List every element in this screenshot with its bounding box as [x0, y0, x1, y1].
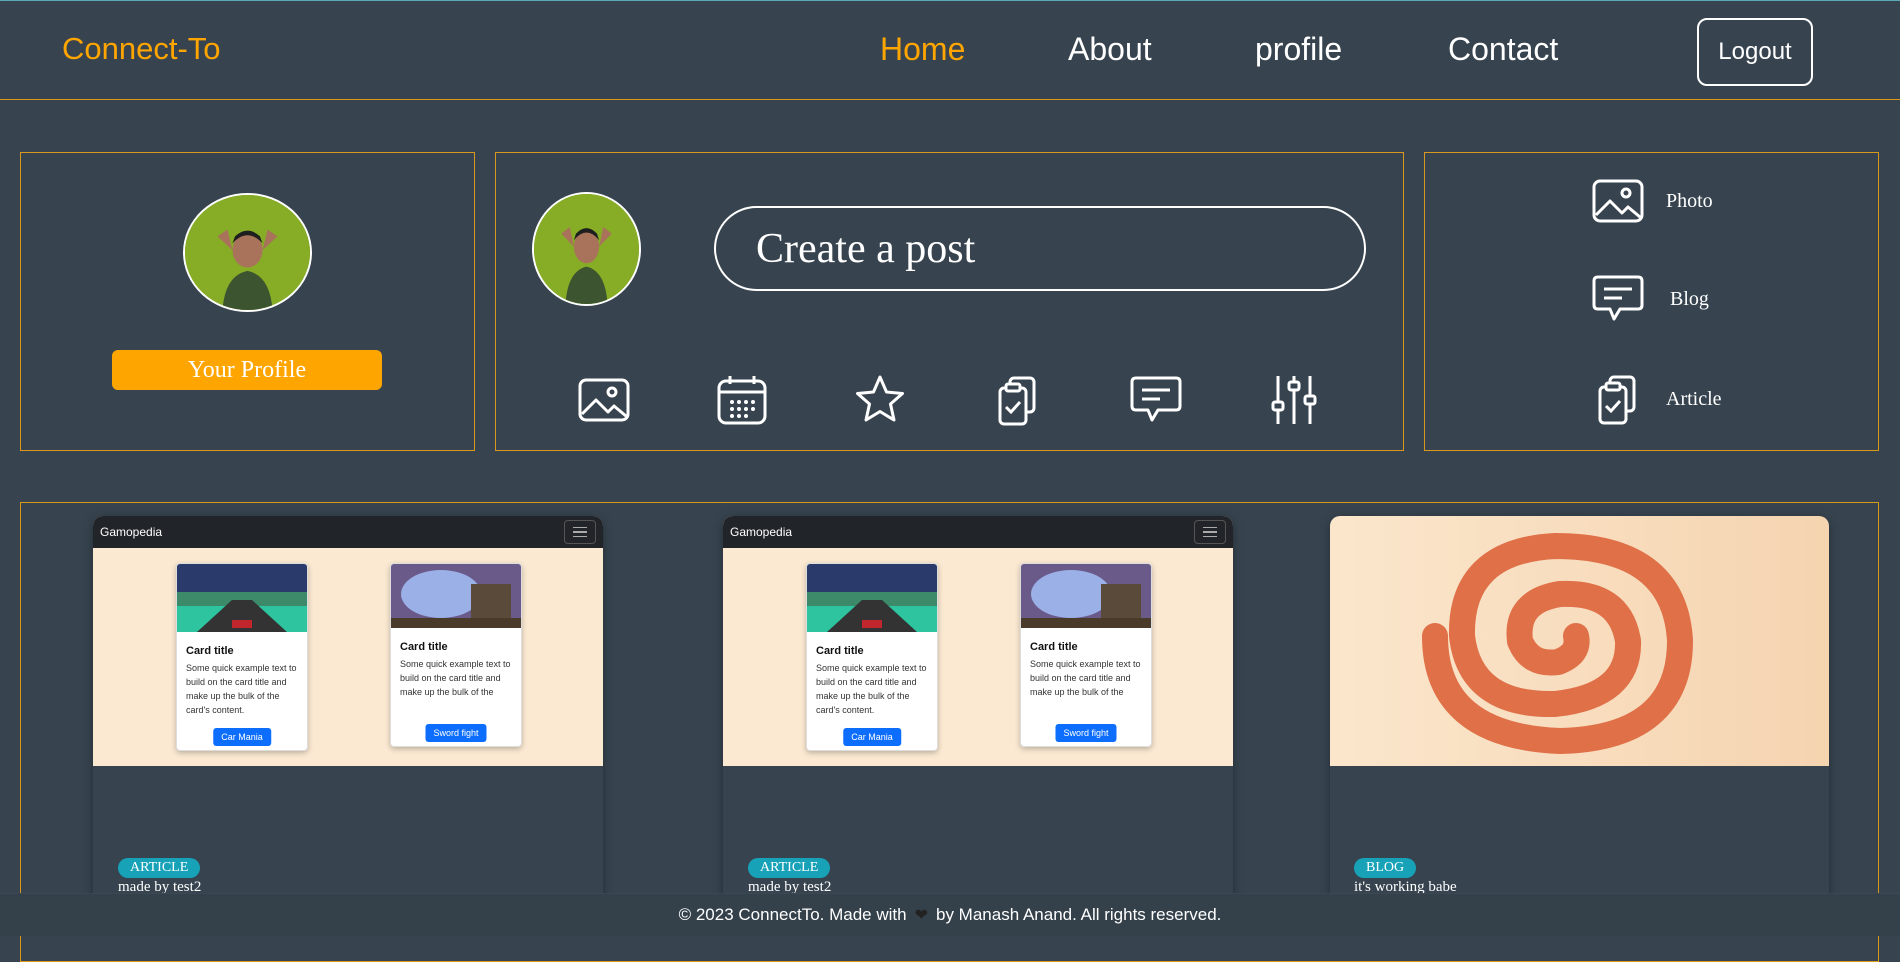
thumb-card-button: Sword fight [1055, 724, 1117, 742]
thumb-card-button: Car Mania [843, 728, 901, 746]
post-type-badge: ARTICLE [118, 858, 201, 878]
side-item-blog[interactable]: Blog [1590, 271, 1709, 327]
thumb-card-title: Card title [816, 645, 864, 657]
sword-game-image [391, 564, 521, 628]
side-item-photo-label: Photo [1666, 189, 1713, 212]
side-item-blog-label: Blog [1670, 287, 1709, 310]
thumb-site-title: Gamopedia [730, 525, 793, 539]
side-item-photo[interactable]: Photo [1590, 173, 1713, 229]
thumb-card-text: Some quick example text to build on the … [1030, 659, 1141, 697]
nav-link-home[interactable]: Home [880, 31, 965, 68]
brand-logo[interactable]: Connect-To [62, 31, 221, 67]
thumb-navbar: Gamopedia [93, 516, 603, 548]
nav-link-contact[interactable]: Contact [1448, 31, 1558, 68]
thumb-card-title: Card title [1030, 641, 1078, 653]
star-icon[interactable] [852, 372, 908, 428]
footer: © 2023 ConnectTo. Made with ❤ by Manash … [0, 893, 1900, 936]
footer-text-left: © 2023 ConnectTo. Made with [678, 905, 907, 924]
thumb-card-button: Car Mania [213, 728, 271, 746]
clipboard-check-icon [1598, 375, 1636, 425]
your-profile-button[interactable]: Your Profile [112, 350, 382, 390]
thumb-navbar: Gamopedia [723, 516, 1233, 548]
menu-icon [1194, 520, 1226, 544]
logout-button[interactable]: Logout [1697, 18, 1813, 86]
thumb-site-title: Gamopedia [100, 525, 163, 539]
post-type-badge: BLOG [1354, 858, 1417, 878]
nav-link-profile[interactable]: profile [1255, 31, 1342, 68]
feed-card[interactable]: Gamopedia Card title Some quick example … [93, 516, 603, 916]
image-icon [1592, 179, 1644, 223]
card-thumbnail: Gamopedia Card title Some quick example … [723, 516, 1233, 766]
nav-link-about[interactable]: About [1068, 31, 1152, 68]
clipboard-check-icon[interactable] [990, 372, 1046, 428]
side-item-article[interactable]: Article [1590, 371, 1722, 427]
thumb-card-text: Some quick example text to build on the … [186, 663, 297, 715]
calendar-icon[interactable] [714, 372, 770, 428]
thumb-card-text: Some quick example text to build on the … [400, 659, 511, 697]
chat-icon [1592, 275, 1644, 321]
thumb-card: Card title Some quick example text to bu… [390, 563, 522, 747]
navbar: Connect-To Home About profile Contact Lo… [0, 0, 1900, 100]
thumb-card-title: Card title [400, 641, 448, 653]
post-avatar[interactable] [532, 192, 641, 306]
racing-game-image [177, 564, 307, 632]
chat-icon[interactable] [1128, 372, 1184, 428]
thumb-card-text: Some quick example text to build on the … [816, 663, 927, 715]
footer-text-right: by Manash Anand. All rights reserved. [936, 905, 1222, 924]
avatar[interactable] [183, 193, 312, 312]
thumb-card: Card title Some quick example text to bu… [1020, 563, 1152, 747]
heart-icon: ❤ [914, 907, 928, 924]
feed-card[interactable]: Gamopedia Card title Some quick example … [723, 516, 1233, 916]
thumb-card-button: Sword fight [425, 724, 487, 742]
card-thumbnail [1330, 516, 1829, 766]
create-post-input[interactable]: Create a post [714, 206, 1366, 291]
card-thumbnail: Gamopedia Card title Some quick example … [93, 516, 603, 766]
sword-game-image [1021, 564, 1151, 628]
thumb-card: Card title Some quick example text to bu… [806, 563, 938, 751]
racing-game-image [807, 564, 937, 632]
side-item-article-label: Article [1666, 387, 1722, 410]
feed-card[interactable] [1330, 516, 1829, 916]
thumb-card-title: Card title [186, 645, 234, 657]
post-type-badge: ARTICLE [748, 858, 831, 878]
image-icon[interactable] [576, 372, 632, 428]
menu-icon [564, 520, 596, 544]
spiral-logo-icon [1422, 532, 1694, 755]
thumb-card: Card title Some quick example text to bu… [176, 563, 308, 751]
sliders-icon[interactable] [1266, 372, 1322, 428]
